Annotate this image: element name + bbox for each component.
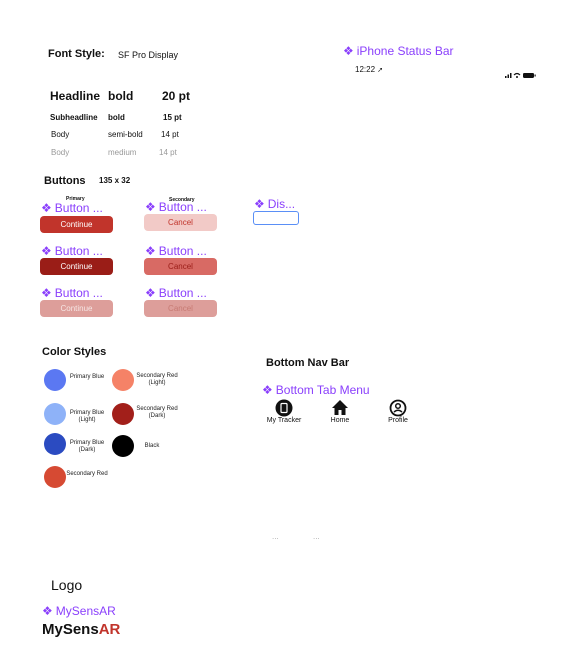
typography-row-name: Subheadline <box>50 113 98 122</box>
cancel-button-disabled[interactable]: Cancel <box>144 300 217 317</box>
logo-component-label[interactable]: ❖ MySensAR <box>42 604 116 618</box>
font-style-value: SF Pro Display <box>118 50 179 60</box>
typography-row-weight: medium <box>108 148 137 157</box>
cancel-button[interactable]: Cancel <box>144 214 217 231</box>
cancel-button-pressed[interactable]: Cancel <box>144 258 217 275</box>
continue-button-pressed[interactable]: Continue <box>40 258 113 275</box>
status-bar-time: 12:22 ➚ <box>355 65 384 74</box>
logo-title: Logo <box>51 577 83 593</box>
button-component-label[interactable]: ❖ Button ... <box>41 244 103 258</box>
color-swatch-label: Secondary Red (Dark) <box>136 406 178 419</box>
bottom-tab-menu-component-label[interactable]: ❖ Bottom Tab Menu <box>262 383 370 397</box>
signal-wifi-battery-icon <box>505 72 536 78</box>
ellipsis-right: ... <box>313 532 320 541</box>
component-icon: ❖ <box>145 200 156 214</box>
component-icon: ❖ <box>41 244 52 258</box>
disabled-component-label[interactable]: ❖ Dis... <box>254 197 295 211</box>
ellipsis-left: ... <box>272 532 279 541</box>
color-swatch-label: Secondary Red <box>66 471 108 477</box>
color-swatch-secondary-red-dark <box>112 403 134 425</box>
component-icon: ❖ <box>42 604 53 618</box>
button-component-label[interactable]: ❖ Button ... <box>145 286 207 300</box>
nav-label: Profile <box>388 417 408 424</box>
status-bar-icons <box>505 66 537 78</box>
profile-icon <box>389 399 407 417</box>
color-swatch-label: Black <box>144 443 160 449</box>
component-icon: ❖ <box>145 244 156 258</box>
component-icon: ❖ <box>41 286 52 300</box>
nav-label: My Tracker <box>266 417 302 424</box>
home-icon <box>332 400 348 415</box>
typography-row-name: Body <box>51 148 70 157</box>
color-swatch-label: Primary Blue <box>69 374 105 380</box>
nav-item-profile[interactable]: Profile <box>373 399 423 429</box>
component-icon: ❖ <box>41 201 52 215</box>
button-component-label[interactable]: ❖ Button ... <box>145 200 207 214</box>
logo: MySensAR <box>42 621 120 638</box>
typography-row-weight: bold <box>108 113 125 122</box>
component-icon: ❖ <box>145 286 156 300</box>
disabled-button[interactable] <box>253 211 299 225</box>
button-component-label[interactable]: ❖ Button ... <box>41 201 103 215</box>
nav-item-my-tracker[interactable]: My Tracker <box>259 399 309 429</box>
nav-label: Home <box>330 417 350 424</box>
color-swatch-label: Primary Blue (Dark) <box>69 440 105 453</box>
color-swatch-label: Secondary Red (Light) <box>136 373 178 386</box>
tracker-icon <box>275 399 293 417</box>
logo-text-accent: AR <box>98 621 121 638</box>
nav-item-home[interactable]: Home <box>315 399 365 429</box>
typography-header-name: Headline <box>50 89 101 103</box>
component-icon: ❖ <box>254 197 265 211</box>
buttons-title: Buttons <box>44 175 86 187</box>
button-component-label[interactable]: ❖ Button ... <box>41 286 103 300</box>
typography-row-size: 14 pt <box>159 148 177 157</box>
font-style-label: Font Style: <box>48 48 105 60</box>
color-swatch-secondary-red-light <box>112 369 134 391</box>
typography-row-size: 14 pt <box>161 130 179 139</box>
continue-button-disabled[interactable]: Continue <box>40 300 113 317</box>
typography-header-size: 20 pt <box>162 89 191 103</box>
typography-header-weight: bold <box>108 89 134 103</box>
continue-button[interactable]: Continue <box>40 216 113 233</box>
bottom-nav-title: Bottom Nav Bar <box>266 357 350 369</box>
status-bar-component-label[interactable]: ❖ iPhone Status Bar <box>343 44 454 58</box>
typography-row-name: Body <box>51 130 70 139</box>
logo-text-main: MySens <box>42 621 99 638</box>
button-component-label[interactable]: ❖ Button ... <box>145 244 207 258</box>
typography-row-weight: semi-bold <box>108 130 143 139</box>
component-icon: ❖ <box>343 44 354 58</box>
location-arrow-icon: ➚ <box>377 67 384 74</box>
component-icon: ❖ <box>262 383 273 397</box>
color-styles-title: Color Styles <box>42 346 107 358</box>
color-swatch-label: Primary Blue (Light) <box>69 410 105 423</box>
typography-row-size: 15 pt <box>163 113 182 122</box>
buttons-size: 135 x 32 <box>99 176 131 185</box>
